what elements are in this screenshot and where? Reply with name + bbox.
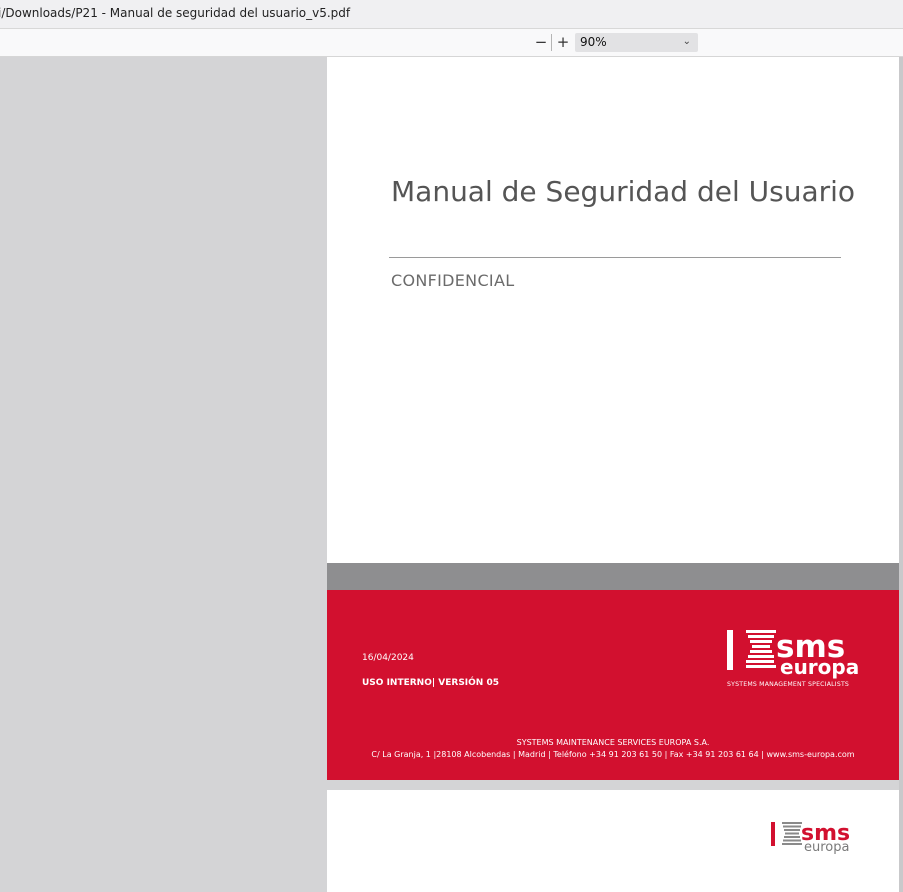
logo-word-europa: europa <box>780 655 859 679</box>
footer-company: SYSTEMS MAINTENANCE SERVICES EUROPA S.A. <box>516 738 710 747</box>
document-date: 16/04/2024 <box>362 653 414 663</box>
pdf-toolbar: − + 90% ⌄ <box>0 29 903 57</box>
window-title-bar: i/Downloads/P21 - Manual de seguridad de… <box>0 0 903 29</box>
sms-europa-logo-small: sms europa <box>771 821 850 855</box>
sidebar-panel <box>0 57 326 892</box>
chevron-down-icon: ⌄ <box>682 36 691 47</box>
pdf-page-2: sms europa <box>327 790 899 892</box>
zoom-in-button[interactable]: + <box>554 32 572 52</box>
pdf-page-1: Manual de Seguridad del Usuario CONFIDEN… <box>327 57 899 780</box>
zoom-out-button[interactable]: − <box>532 32 550 52</box>
logo-small-word-europa: europa <box>804 840 849 855</box>
cover-red-footer: 16/04/2024 USO INTERNO| VERSIÓN 05 sms e… <box>327 590 899 780</box>
document-title: Manual de Seguridad del Usuario <box>391 175 856 208</box>
window-title: i/Downloads/P21 - Manual de seguridad de… <box>0 6 351 20</box>
logo-tagline: SYSTEMS MANAGEMENT SPECIALISTS <box>727 681 850 688</box>
cover-gray-band <box>327 563 899 590</box>
footer-address: C/ La Granja, 1 |28108 Alcobendas | Madr… <box>371 750 855 759</box>
vertical-scrollbar[interactable] <box>899 57 903 892</box>
zoom-separator <box>551 34 552 51</box>
document-usage-version: USO INTERNO| VERSIÓN 05 <box>362 678 499 688</box>
zoom-select[interactable]: 90% ⌄ <box>575 33 698 52</box>
zoom-value: 90% <box>580 35 607 49</box>
title-divider <box>389 257 841 258</box>
document-subtitle: CONFIDENCIAL <box>391 271 515 290</box>
